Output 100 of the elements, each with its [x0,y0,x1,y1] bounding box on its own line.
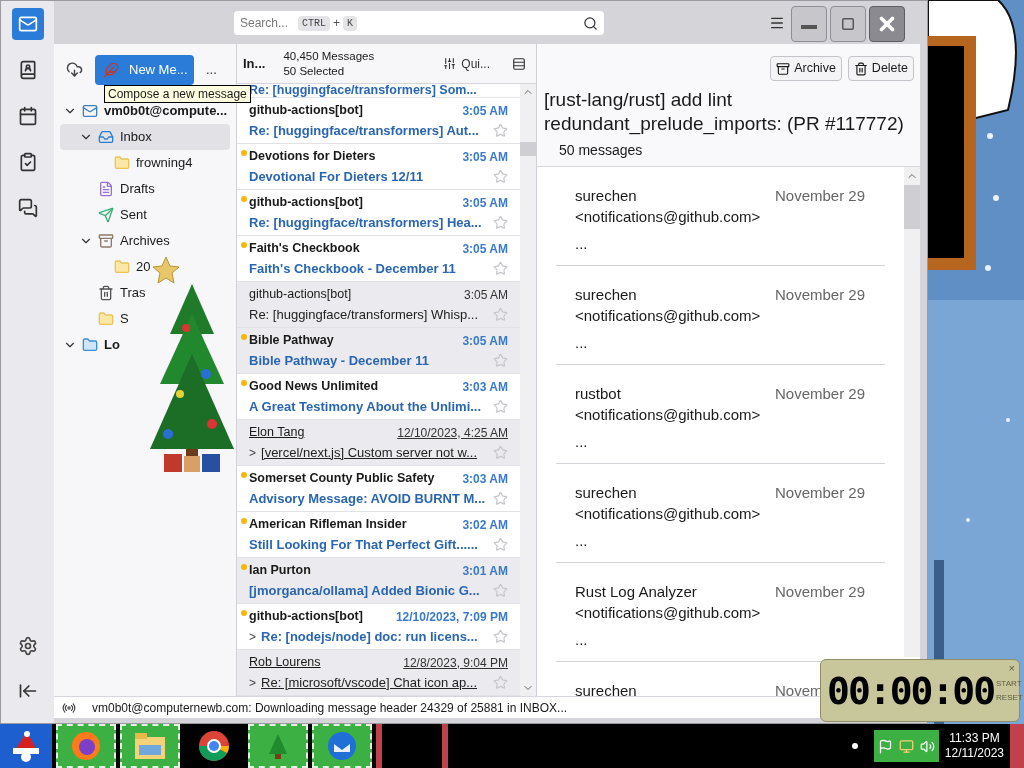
start-button[interactable] [0,724,52,768]
message-row[interactable]: Ian Purton 3:01 AM [jmorganca/ollama] Added Bionic G... [237,558,520,604]
message-subject: Faith's Checkbook - December 11 [249,259,456,278]
folder-name: S [120,310,129,329]
message-row[interactable]: Bible Pathway 3:05 AM Bible Pathway - December 11 [237,328,520,374]
message-subject: [jmorganca/ollama] Added Bionic G... [249,581,480,600]
sender-name: github-actions[bot] [249,194,363,212]
sender-name: Faith's Checkbook [249,240,360,258]
message-preview: ... [575,630,589,650]
message-row[interactable]: github-actions[bot] 3:05 AM Re: [huggingface/transformers] Whisp... [237,282,520,328]
new-message-button[interactable]: New Me... [95,54,194,85]
folder-item[interactable]: Tras [60,280,150,306]
close-button[interactable] [869,6,905,42]
archive-icon [776,61,791,76]
tooltip: Compose a new message [104,85,251,103]
message-row[interactable]: Elon Tang 12/10/2023, 4:25 AM > [vercel/next.js] Custom server not w... [237,420,520,466]
trash-icon [853,61,868,76]
star-icon[interactable] [493,169,508,184]
message-date: November 29 [775,582,866,602]
message-time: 3:05 AM [462,332,508,350]
key-label: K [343,15,358,31]
message-time: 3:05 AM [462,194,508,212]
volume-icon[interactable] [919,738,935,754]
folder-item[interactable]: Sent [60,202,151,228]
message-subject: Re: [huggingface/transformers] Whisp... [249,305,479,324]
thread-twisty[interactable]: > [249,627,256,646]
folder-item[interactable]: Drafts [60,176,159,202]
star-icon[interactable] [493,353,508,368]
sender-name: Rob Lourens [249,654,321,672]
delete-button[interactable]: Delete [847,56,914,81]
search-icon[interactable] [583,15,598,31]
sender-name: Rust Log Analyzer [575,582,698,602]
archive-button[interactable]: Archive [770,56,842,81]
sender-email: <notifications@github.com> [575,603,762,623]
plus-sign: + [333,15,341,32]
key-label: CTRL [298,15,331,31]
star-icon[interactable] [493,215,508,230]
quick-filter-button[interactable]: Qui... [443,54,490,73]
message-subject: [vercel/next.js] Custom server not w... [261,443,478,462]
settings-icon[interactable] [17,636,38,656]
thread-twisty[interactable]: > [249,443,256,462]
scrollbar-thumb[interactable] [904,185,920,229]
folder-item[interactable]: 20 [60,254,155,280]
flag-icon[interactable] [877,738,893,754]
sender-name: Bible Pathway [249,332,334,350]
folder-name: Sent [120,206,147,225]
folder-name: Tras [120,284,146,303]
folder-item[interactable]: Inbox [60,124,230,150]
message-subject: Bible Pathway - December 11 [249,351,429,370]
message-subject: Re: [nodejs/node] doc: run licens... [261,627,478,646]
folder-item[interactable]: Lo [60,332,124,358]
search-field[interactable]: Search... CTRL + K [234,11,604,35]
chat-icon [17,198,38,218]
scrollbar[interactable] [904,167,920,657]
minimize-button[interactable] [791,6,827,42]
star-icon[interactable] [493,123,508,138]
maximize-icon [841,17,855,31]
cloud-download-icon[interactable] [66,61,83,78]
thread-twisty[interactable]: > [249,673,256,692]
layout-icon[interactable] [512,56,526,71]
close-button[interactable]: × [1008,660,1015,677]
sender-name: Ian Purton [249,562,311,580]
menu-icon[interactable] [769,15,785,31]
sender-name: surechen [575,285,638,305]
message-count: 40,450 Messages [283,48,375,64]
more-button[interactable]: ... [206,59,217,80]
mail-icon [17,14,38,34]
folder-name: Archives [120,232,170,251]
star-icon[interactable] [493,675,508,690]
connection-icon [62,700,76,715]
maximize-button[interactable] [830,6,866,42]
folder-item[interactable]: S [60,306,133,332]
clock[interactable]: 11:33 PM 12/11/2023 [944,731,1004,761]
star-icon[interactable] [493,583,508,598]
star-icon[interactable] [493,629,508,644]
quill-icon [103,61,119,78]
firefox-icon [70,730,102,762]
star-icon[interactable] [493,261,508,276]
folder-item[interactable]: Archives [60,228,174,254]
star-icon[interactable] [493,307,508,322]
selected-count: 50 Selected [283,63,346,79]
collapse-icon[interactable] [17,681,38,701]
star-icon[interactable] [493,399,508,414]
scrollbar[interactable] [520,84,536,696]
sender-name: American Rifleman Insider [249,516,407,534]
sliders-icon [443,57,457,70]
sender-name: Somerset County Public Safety [249,470,435,488]
sender-email: <notifications@github.com> [575,405,762,425]
network-icon[interactable] [898,738,914,754]
message-preview: ... [575,333,589,353]
folder-item[interactable]: frowning4 [60,150,197,176]
star-icon[interactable] [493,491,508,506]
folder-icon [114,155,130,171]
star-icon[interactable] [493,537,508,552]
scrollbar-thumb[interactable] [520,142,536,156]
folder-icon [114,259,130,275]
star-icon[interactable] [493,445,508,460]
message-row[interactable]: Rob Lourens 12/8/2023, 9:04 PM > Re: [microsoft/vscode] Chat icon ap... [237,650,520,696]
sender-name: surechen [575,186,638,206]
folder-icon [98,311,114,327]
